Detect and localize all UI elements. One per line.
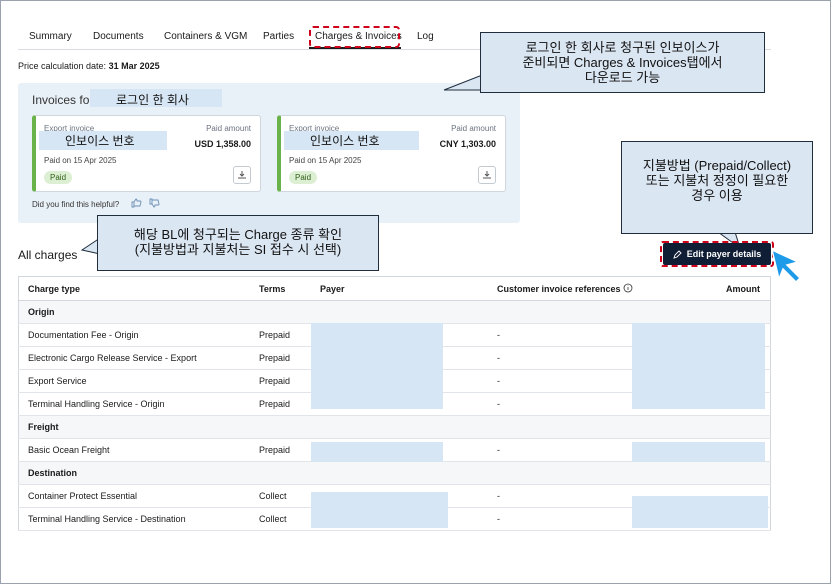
- header-terms: Terms: [250, 276, 311, 301]
- header-payer: Payer: [311, 276, 488, 301]
- payer-redaction: [311, 492, 448, 528]
- top-callout: 로그인 한 회사로 청구된 인보이스가 준비되면 Charges & Invoi…: [480, 32, 765, 93]
- amount-redaction: [632, 496, 768, 528]
- payer-redaction: [311, 323, 443, 409]
- section-row: Origin: [18, 300, 771, 324]
- header-customer-invoice-references: Customer invoice references: [488, 276, 683, 301]
- right-callout: 지불방법 (Prepaid/Collect) 또는 지불처 정정이 필요한 경우…: [621, 141, 813, 234]
- left-callout: 해당 BL에 청구되는 Charge 종류 확인 (지불방법과 지불처는 SI …: [97, 215, 379, 271]
- section-row: Destination: [18, 461, 771, 485]
- info-icon[interactable]: [623, 283, 633, 293]
- header-amount: Amount: [683, 276, 771, 301]
- edit-payer-details-button[interactable]: Edit payer details: [663, 243, 771, 265]
- payer-redaction: [311, 442, 443, 462]
- all-charges-title: All charges: [18, 248, 78, 262]
- pencil-icon: [673, 249, 682, 259]
- section-row: Freight: [18, 415, 771, 439]
- header-charge-type: Charge type: [18, 276, 250, 301]
- table-header-row: Charge type Terms Payer Customer invoice…: [18, 276, 771, 301]
- amount-redaction: [632, 442, 765, 462]
- amount-redaction: [632, 323, 765, 409]
- mouse-cursor-icon: [770, 248, 802, 284]
